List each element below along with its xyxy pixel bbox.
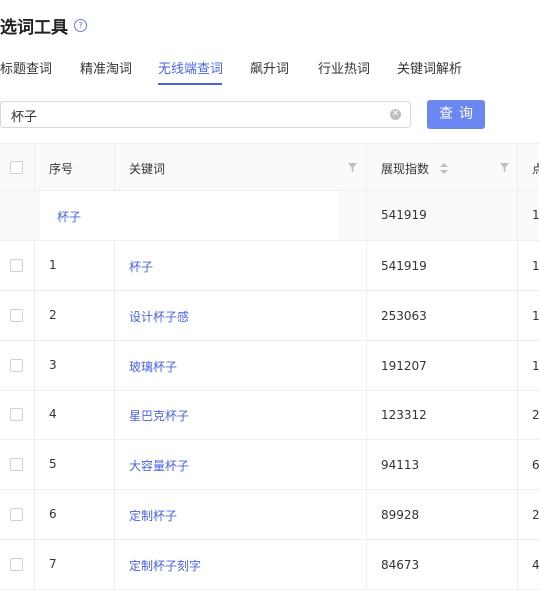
row-checkbox[interactable]: [10, 508, 23, 521]
summary-impression: 541919: [381, 208, 427, 222]
row-keyword[interactable]: 大容量杯子: [129, 457, 189, 474]
table-row: 2 设计杯子感 253063 1: [0, 291, 539, 341]
row-keyword[interactable]: 设计杯子感: [129, 308, 189, 325]
tab-keyword-analysis[interactable]: 关键词解析: [397, 58, 462, 77]
row-index: 5: [49, 457, 57, 471]
row-keyword[interactable]: 星巴克杯子: [129, 407, 189, 424]
row-keyword[interactable]: 定制杯子刻字: [129, 557, 201, 574]
row-index: 7: [49, 557, 57, 571]
row-keyword[interactable]: 定制杯子: [129, 507, 177, 524]
row-checkbox[interactable]: [10, 408, 23, 421]
search-input[interactable]: [11, 106, 371, 124]
table-row: 5 大容量杯子 94113 6: [0, 440, 539, 490]
column-divider: [34, 241, 35, 590]
query-button[interactable]: 查询: [427, 100, 485, 129]
row-impression: 191207: [381, 359, 427, 373]
row-next: 1: [532, 359, 539, 373]
close-circle-icon[interactable]: ✕: [390, 109, 401, 120]
column-divider: [34, 143, 35, 191]
col-header-keyword: 关键词: [129, 162, 166, 176]
summary-row: 杯子 541919 1: [0, 191, 539, 241]
tab-title-query[interactable]: 标题查词: [0, 58, 52, 77]
row-checkbox[interactable]: [10, 558, 23, 571]
row-index: 3: [49, 358, 57, 372]
page-title: 选词工具 ?: [0, 13, 87, 38]
table-header: 序号 关键词 展现指数 点: [0, 143, 539, 191]
summary-keyword[interactable]: 杯子: [57, 208, 81, 225]
table-row: 4 星巴克杯子 123312 2: [0, 390, 539, 440]
sort-icon[interactable]: [440, 163, 448, 174]
row-keyword[interactable]: 玻璃杯子: [129, 358, 177, 375]
table-row: 3 玻璃杯子 191207 1: [0, 341, 539, 391]
column-divider: [517, 143, 518, 590]
summary-next: 1: [532, 208, 539, 222]
page-title-text: 选词工具: [0, 18, 68, 38]
filter-icon[interactable]: [500, 163, 509, 172]
search-box: ✕: [0, 101, 411, 128]
question-circle-icon[interactable]: ?: [74, 19, 87, 32]
row-next: 2: [532, 408, 539, 422]
row-checkbox[interactable]: [10, 359, 23, 372]
table-row: 6 定制杯子 89928 2: [0, 490, 539, 540]
column-divider: [366, 143, 367, 590]
row-index: 4: [49, 407, 57, 421]
column-divider: [114, 143, 115, 191]
tab-bar: 标题查词 精准淘词 无线端查词 飙升词 行业热词 关键词解析: [0, 58, 539, 86]
tab-industry-hot-words[interactable]: 行业热词: [318, 58, 370, 77]
filter-icon[interactable]: [348, 163, 357, 172]
row-next: 4: [532, 558, 539, 572]
row-next: 1: [532, 259, 539, 273]
tab-rising-words[interactable]: 飙升词: [250, 58, 289, 77]
active-tab-indicator: [158, 83, 222, 85]
row-impression: 94113: [381, 458, 420, 472]
row-next: 2: [532, 508, 539, 522]
row-index: 2: [49, 308, 57, 322]
table-row: 7 定制杯子刻字 84673 4: [0, 540, 539, 590]
col-header-index: 序号: [49, 162, 74, 176]
row-impression: 123312: [381, 408, 427, 422]
row-index: 6: [49, 507, 57, 521]
row-impression: 89928: [381, 508, 420, 522]
row-index: 1: [49, 258, 57, 272]
row-next: 6: [532, 458, 539, 472]
tab-mobile-query[interactable]: 无线端查词: [158, 58, 223, 77]
col-header-impression[interactable]: 展现指数: [381, 160, 429, 177]
row-checkbox[interactable]: [10, 458, 23, 471]
row-impression: 84673: [381, 558, 420, 572]
column-divider: [114, 241, 115, 590]
row-impression: 253063: [381, 309, 427, 323]
table-row: 1 杯子 541919 1: [0, 241, 539, 291]
row-checkbox[interactable]: [10, 309, 23, 322]
select-all-checkbox[interactable]: [10, 161, 23, 174]
row-keyword[interactable]: 杯子: [129, 258, 153, 275]
tab-precise-search[interactable]: 精准淘词: [80, 58, 132, 77]
row-impression: 541919: [381, 259, 427, 273]
col-header-next: 点: [532, 162, 539, 176]
row-checkbox[interactable]: [10, 259, 23, 272]
summary-keyword-cell: 杯子: [40, 191, 338, 240]
row-next: 1: [532, 309, 539, 323]
